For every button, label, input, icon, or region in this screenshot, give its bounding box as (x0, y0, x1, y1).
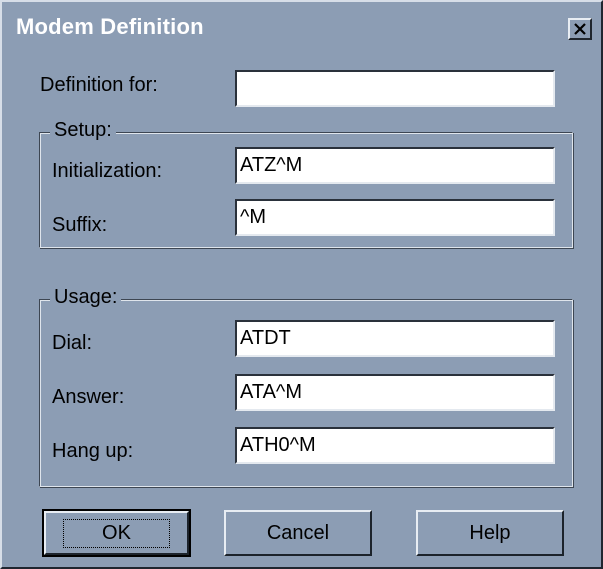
dial-label: Dial: (52, 332, 93, 354)
dial-field[interactable]: ATDT (235, 320, 555, 357)
suffix-label: Suffix: (52, 214, 108, 236)
initialization-label: Initialization: (52, 160, 163, 182)
initialization-field[interactable]: ATZ^M (235, 147, 555, 184)
modem-definition-dialog: Modem Definition Definition for: Setup: … (0, 0, 603, 569)
hang-up-label: Hang up: (52, 440, 134, 462)
answer-label: Answer: (52, 386, 125, 408)
definition-for-label: Definition for: (40, 74, 158, 96)
hang-up-field[interactable]: ATH0^M (235, 427, 555, 464)
dialog-title: Modem Definition (16, 14, 204, 39)
help-button[interactable]: Help (416, 510, 564, 556)
suffix-field[interactable]: ^M (235, 199, 555, 236)
title-bar[interactable]: Modem Definition (8, 8, 594, 46)
usage-group-label: Usage: (50, 286, 122, 309)
ok-button-label: OK (63, 518, 170, 548)
help-button-label: Help (469, 521, 511, 544)
definition-for-field[interactable] (235, 70, 555, 107)
answer-field[interactable]: ATA^M (235, 374, 555, 411)
close-icon (573, 22, 587, 36)
close-button[interactable] (568, 18, 592, 40)
cancel-button[interactable]: Cancel (224, 510, 372, 556)
ok-button[interactable]: OK (42, 509, 191, 557)
setup-group-label: Setup: (50, 119, 116, 142)
cancel-button-label: Cancel (266, 521, 330, 544)
